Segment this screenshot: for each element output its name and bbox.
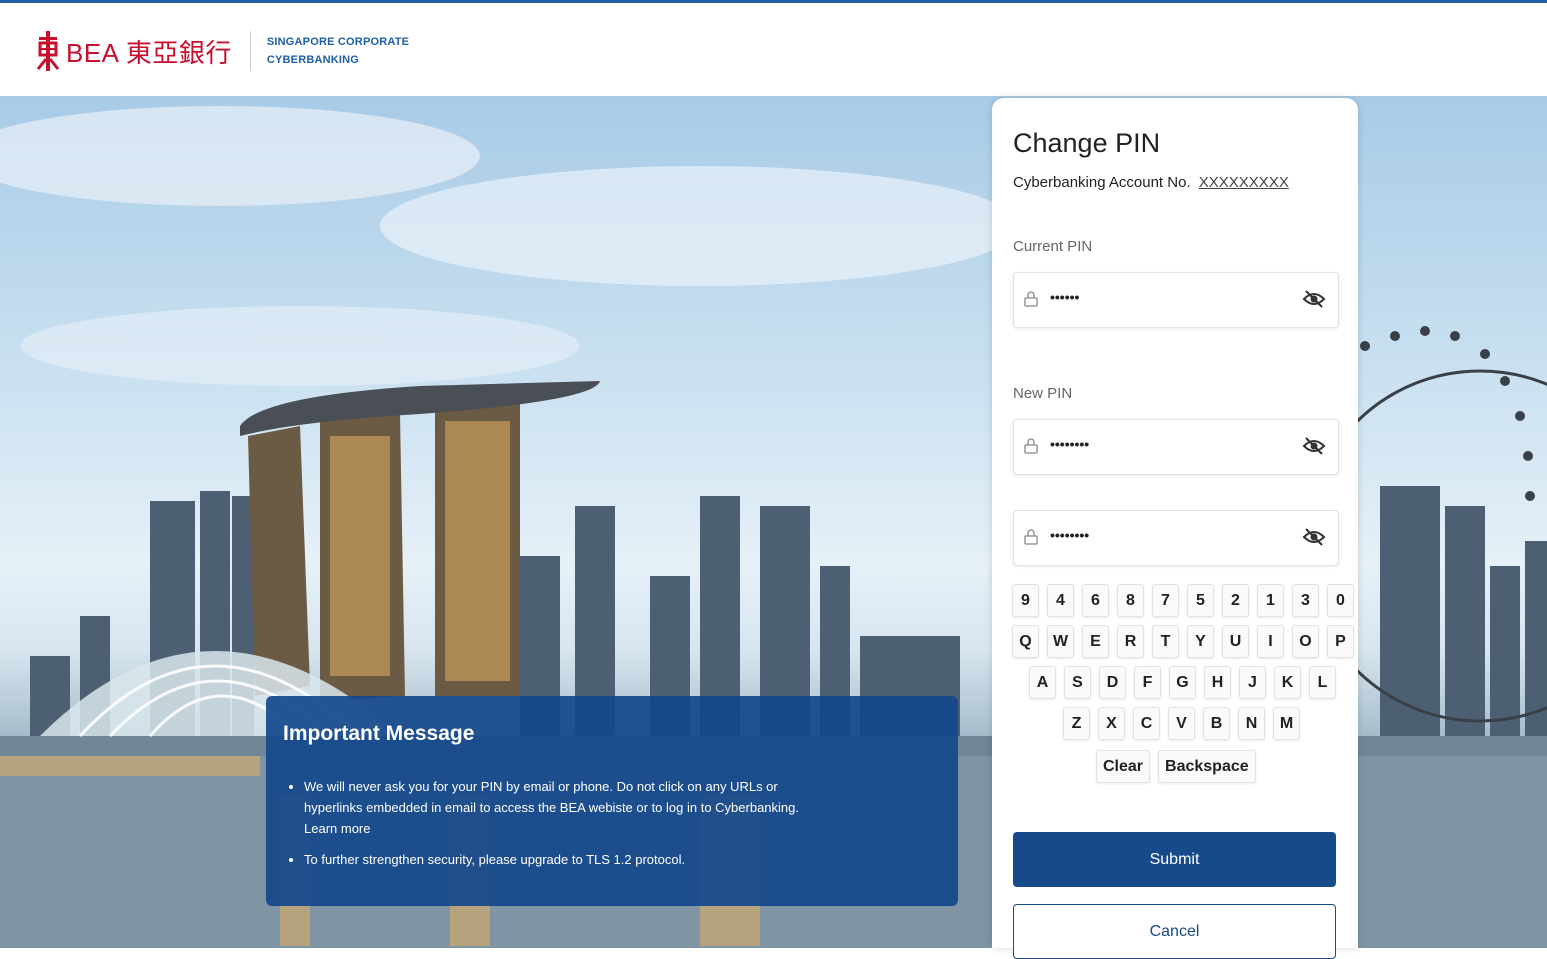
change-pin-panel: Change PIN Cyberbanking Account No. XXXX…	[992, 98, 1358, 959]
key[interactable]: C	[1133, 707, 1160, 740]
message-item-tls: To further strengthen security, please u…	[304, 849, 824, 870]
learn-more-link[interactable]: Learn more	[304, 821, 370, 836]
key[interactable]: 5	[1187, 584, 1214, 617]
cancel-button[interactable]: Cancel	[1013, 904, 1336, 959]
brand-subtitle-line2: CYBERBANKING	[266, 54, 360, 66]
key[interactable]: 7	[1152, 584, 1179, 617]
keyboard-row-actions: Clear Backspace	[1096, 750, 1256, 783]
lock-icon	[1024, 529, 1038, 545]
key[interactable]: 3	[1292, 584, 1319, 617]
new-pin-field[interactable]: ••••••••	[1013, 419, 1339, 475]
key[interactable]: D	[1099, 666, 1126, 699]
key[interactable]: 6	[1082, 584, 1109, 617]
logo-divider	[249, 31, 251, 71]
important-message-box: Important Message We will never ask you …	[266, 696, 958, 906]
message-item-pin-warning-text: We will never ask you for your PIN by em…	[304, 779, 799, 815]
message-item-pin-warning: We will never ask you for your PIN by em…	[304, 776, 824, 839]
key[interactable]: A	[1029, 666, 1056, 699]
eye-slash-icon[interactable]	[1302, 527, 1326, 547]
key[interactable]: 0	[1327, 584, 1354, 617]
lock-icon	[1024, 438, 1038, 454]
backspace-key[interactable]: Backspace	[1158, 750, 1256, 783]
site-header: BEA 東亞銀行 SINGAPORE CORPORATE CYBERBANKIN…	[0, 3, 1547, 96]
key[interactable]: T	[1152, 625, 1179, 658]
new-pin-input[interactable]: ••••••••	[1050, 436, 1089, 452]
key[interactable]: 9	[1012, 584, 1039, 617]
clear-key[interactable]: Clear	[1096, 750, 1151, 783]
key[interactable]: M	[1273, 707, 1300, 740]
key[interactable]: V	[1168, 707, 1195, 740]
key[interactable]: G	[1169, 666, 1196, 699]
brand-subtitle-line1: SINGAPORE CORPORATE	[266, 36, 410, 48]
confirm-pin-input[interactable]: ••••••••	[1050, 527, 1089, 543]
key[interactable]: 1	[1257, 584, 1284, 617]
key[interactable]: L	[1309, 666, 1336, 699]
key[interactable]: U	[1222, 625, 1249, 658]
key[interactable]: H	[1204, 666, 1231, 699]
eye-slash-icon[interactable]	[1302, 289, 1326, 309]
keyboard-row-zxcv: Z X C V B N M	[1063, 707, 1300, 740]
current-pin-label: Current PIN	[1013, 238, 1093, 255]
key[interactable]: N	[1238, 707, 1265, 740]
keyboard-row-asdf: A S D F G H J K L	[1029, 666, 1336, 699]
account-label: Cyberbanking Account No.	[1013, 174, 1191, 191]
current-pin-field[interactable]: ••••••	[1013, 272, 1339, 328]
key[interactable]: Q	[1012, 625, 1039, 658]
key[interactable]: P	[1327, 625, 1354, 658]
key[interactable]: B	[1203, 707, 1230, 740]
key[interactable]: Z	[1063, 707, 1090, 740]
key[interactable]: Y	[1187, 625, 1214, 658]
key[interactable]: 4	[1047, 584, 1074, 617]
key[interactable]: 2	[1222, 584, 1249, 617]
brand-name: BEA 東亞銀行	[66, 37, 232, 68]
page-title: Change PIN	[1013, 128, 1161, 158]
confirm-pin-field[interactable]: ••••••••	[1013, 510, 1339, 566]
submit-button[interactable]: Submit	[1013, 832, 1336, 887]
brand-subtitle: SINGAPORE CORPORATE CYBERBANKING	[267, 33, 409, 69]
keyboard-row-digits: 9 4 6 8 7 5 2 1 3 0	[1012, 584, 1354, 617]
bea-emblem-icon	[36, 31, 60, 71]
key[interactable]: F	[1134, 666, 1161, 699]
new-pin-label: New PIN	[1013, 385, 1073, 402]
key[interactable]: X	[1098, 707, 1125, 740]
key[interactable]: R	[1117, 625, 1144, 658]
key[interactable]: W	[1047, 625, 1074, 658]
key[interactable]: K	[1274, 666, 1301, 699]
key[interactable]: 8	[1117, 584, 1144, 617]
eye-slash-icon[interactable]	[1302, 436, 1326, 456]
key[interactable]: S	[1064, 666, 1091, 699]
key[interactable]: E	[1082, 625, 1109, 658]
key[interactable]: J	[1239, 666, 1266, 699]
keyboard-row-qwerty: Q W E R T Y U I O P	[1012, 625, 1354, 658]
important-message-title: Important Message	[283, 722, 475, 745]
lock-icon	[1024, 291, 1038, 307]
current-pin-input[interactable]: ••••••	[1050, 289, 1079, 305]
important-message-list: We will never ask you for your PIN by em…	[286, 776, 824, 880]
account-number: XXXXXXXXX	[1198, 174, 1289, 191]
key[interactable]: I	[1257, 625, 1284, 658]
key[interactable]: O	[1292, 625, 1319, 658]
bea-logo[interactable]: BEA 東亞銀行 SINGAPORE CORPORATE CYBERBANKIN…	[36, 31, 409, 71]
account-info: Cyberbanking Account No. XXXXXXXXX	[1013, 174, 1289, 191]
